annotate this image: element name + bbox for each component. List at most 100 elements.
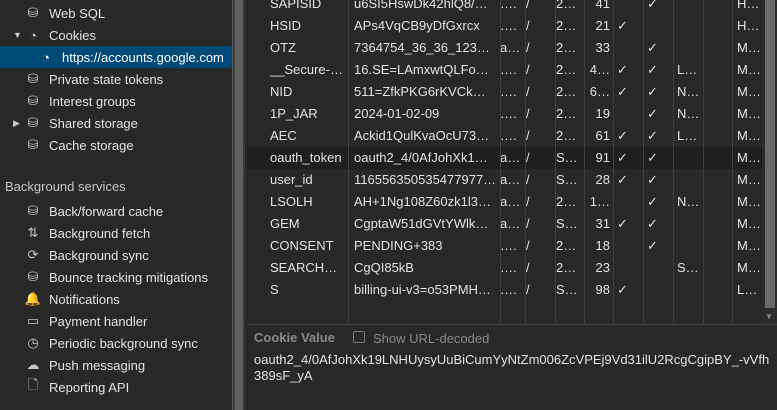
sidebar-scrollbar[interactable] — [232, 0, 245, 410]
cell-size: 91 — [595, 150, 610, 165]
table-row[interactable]: 1P_JAR 2024-01-02-09 …. / 2… 19 ✓ N… M… — [247, 103, 762, 125]
cell-partition-key — [707, 147, 733, 169]
expand-triangle-icon[interactable]: ▼ — [13, 30, 22, 40]
table-row[interactable]: SEARCH… CgQI85kB …. / 2… 23 S… M… — [247, 257, 762, 279]
column-divider[interactable] — [555, 0, 556, 324]
cell-expires: 2… — [556, 0, 577, 11]
column-divider[interactable] — [584, 0, 585, 324]
sidebar-item-bounce-tracking-mitigations[interactable]: ⛁ Bounce tracking mitigations — [0, 266, 232, 288]
cell-domain: a… — [500, 150, 521, 165]
scroll-down-icon[interactable]: ▼ — [765, 312, 773, 321]
scrollbar-thumb[interactable] — [765, 0, 775, 308]
sidebar-item-label: Notifications — [49, 291, 120, 307]
cell-secure: ✓ — [647, 238, 658, 253]
column-divider[interactable] — [732, 0, 733, 324]
table-row[interactable]: user_id 116556350535477977… a… / S… 28 ✓ ✓ M… — [247, 169, 762, 191]
column-divider[interactable] — [613, 0, 614, 324]
sidebar-item-periodic-background-sync[interactable]: ◷ Periodic background sync — [0, 332, 232, 354]
cell-name: OTZ — [270, 40, 296, 55]
collapse-triangle-icon[interactable]: ▶ — [13, 118, 20, 129]
cell-priority: M… — [737, 172, 761, 187]
table-row[interactable]: OTZ 7364754_36_36_123… a… / 2… 33 ✓ M… — [247, 37, 762, 59]
column-divider[interactable] — [643, 0, 644, 324]
cell-priority: M… — [737, 238, 761, 253]
cell-domain: …. — [500, 0, 517, 11]
cell-size: 28 — [595, 172, 610, 187]
cell-httponly: ✓ — [617, 84, 628, 99]
column-divider[interactable] — [673, 0, 674, 324]
cell-partition-key — [707, 191, 733, 213]
sidebar-item-https-accounts-google-com[interactable]: ◔ https://accounts.google.com — [0, 46, 232, 68]
cell-httponly: ✓ — [617, 128, 628, 143]
column-divider[interactable] — [703, 0, 704, 324]
database-icon: ⛁ — [27, 5, 39, 20]
sidebar-item-private-state-tokens[interactable]: ⛁ Private state tokens — [0, 68, 232, 90]
cell-secure: ✓ — [647, 0, 658, 11]
cell-domain: a… — [500, 172, 521, 187]
sidebar-item-notifications[interactable]: 🔔 Notifications — [0, 288, 232, 310]
sidebar-item-payment-handler[interactable]: ▭ Payment handler — [0, 310, 232, 332]
sidebar-item-background-sync[interactable]: ⟳ Background sync — [0, 244, 232, 266]
cell-samesite: N… — [677, 194, 700, 209]
cell-httponly: ✓ — [617, 150, 628, 165]
sidebar-item-web-sql[interactable]: ⛁ Web SQL — [0, 2, 232, 24]
cell-priority: M… — [737, 194, 761, 209]
cell-value: u6SI5HswDk42hlQ8/… — [354, 0, 488, 11]
database-icon: ⛁ — [27, 115, 39, 130]
sidebar-item-back-forward-cache[interactable]: ⛁ Back/forward cache — [0, 200, 232, 222]
sidebar-item-push-messaging[interactable]: ☁ Push messaging — [0, 354, 232, 376]
table-row[interactable]: NID 511=ZfkPKG6rKVCk… …. / 2… 6… ✓ ✓ N… M… — [247, 81, 762, 103]
table-row[interactable]: __Secure-… 16.SE=LAmxwtQLFo… …. / 2… 4… ✓ ✓ L… M… — [247, 59, 762, 81]
table-row[interactable]: LSOLH AH+1Ng108Z60zk1l3… a… / 2… 1… ✓ N… M… — [247, 191, 762, 213]
cell-httponly — [617, 235, 643, 257]
database-icon: ⛁ — [27, 269, 39, 284]
background-services-header: Background services — [5, 179, 126, 194]
cell-value: billing-ui-v3=o53PMH… — [354, 282, 491, 297]
column-divider[interactable] — [525, 0, 526, 324]
sidebar-item-cookies[interactable]: ▼ ◔ Cookies — [0, 24, 232, 46]
cell-value: Ackid1QulKvaOcU73… — [354, 128, 490, 143]
cell-name: NID — [270, 84, 293, 99]
cell-priority: M… — [737, 84, 761, 99]
cell-expires: 2… — [556, 238, 577, 253]
sidebar-item-label: Reporting API — [49, 379, 130, 395]
cell-samesite: N… — [677, 106, 700, 121]
table-row[interactable]: SAPISID u6SI5HswDk42hlQ8/… …. / 2… 41 ✓ H… — [247, 0, 762, 15]
sidebar-item-background-fetch[interactable]: ⇅ Background fetch — [0, 222, 232, 244]
table-scrollbar[interactable]: ▼ — [762, 0, 777, 324]
sidebar-item-reporting-api[interactable]: 🗋 Reporting API — [0, 376, 232, 398]
cell-partition-key — [707, 235, 733, 257]
cookie-icon: ◔ — [29, 27, 37, 43]
cell-domain: …. — [500, 260, 517, 275]
sidebar-item-cache-storage[interactable]: ⛁ Cache storage — [0, 134, 232, 156]
column-divider[interactable] — [500, 0, 501, 324]
show-url-decoded-label[interactable]: Show URL-decoded — [373, 331, 489, 346]
column-divider[interactable] — [348, 0, 349, 324]
table-row[interactable]: Sbilling-ui-v3=o53PMH… …. / S… 98 ✓ L… — [247, 279, 762, 301]
sidebar-item-shared-storage[interactable]: ▶ ⛁ Shared storage — [0, 112, 232, 134]
table-row[interactable]: CONSENT PENDING+383 …. / 2… 18 ✓ M… — [247, 235, 762, 257]
cell-name: 1P_JAR — [270, 106, 318, 121]
cell-partition-key — [707, 213, 733, 235]
show-url-decoded-checkbox[interactable] — [353, 331, 365, 343]
bell-icon: 🔔 — [24, 291, 42, 306]
document-icon: 🗋 — [27, 377, 39, 392]
sidebar-item-interest-groups[interactable]: ⛁ Interest groups — [0, 90, 232, 112]
cell-name: SEARCH… — [270, 260, 338, 275]
cell-partition-key — [707, 103, 733, 125]
scrollbar-thumb[interactable] — [235, 0, 243, 410]
cell-httponly: ✓ — [617, 62, 628, 77]
cell-secure: ✓ — [647, 172, 658, 187]
table-row[interactable]: oauth_token oauth2_4/0AfJohXk1… a… / S… 91 ✓ ✓ M… — [247, 147, 762, 169]
cell-domain: a… — [500, 216, 521, 231]
cell-secure — [647, 279, 673, 301]
table-row[interactable]: HSID APs4VqCB9yDfGxrcx …. / 2… 21 ✓ H… — [247, 15, 762, 37]
cell-path: / — [526, 194, 530, 209]
sidebar-item-label: Periodic background sync — [49, 335, 198, 351]
cell-httponly: ✓ — [617, 172, 628, 187]
table-row[interactable]: AEC Ackid1QulKvaOcU73… …. / 2… 61 ✓ ✓ L… M… — [247, 125, 762, 147]
sidebar-item-label: Payment handler — [49, 313, 148, 329]
cell-name: HSID — [270, 18, 302, 33]
table-row[interactable]: GEM CgptaW51dGVtYWlk… a… / S… 31 ✓ ✓ M… — [247, 213, 762, 235]
cell-partition-key — [707, 37, 733, 59]
